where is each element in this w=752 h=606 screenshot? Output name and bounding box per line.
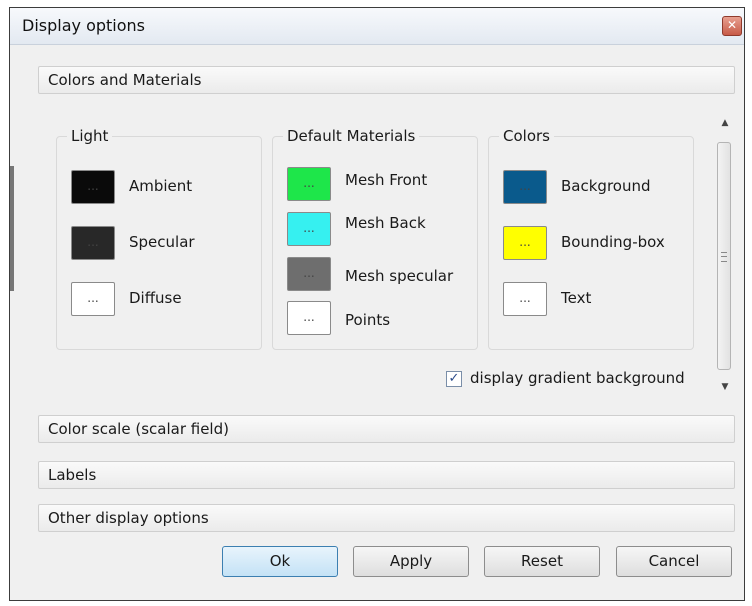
close-button[interactable]: ✕ bbox=[722, 16, 742, 36]
section-labels[interactable]: Labels bbox=[38, 461, 735, 489]
text-label: Text bbox=[561, 289, 592, 307]
specular-label: Specular bbox=[129, 233, 195, 251]
points-label: Points bbox=[345, 311, 391, 329]
apply-button[interactable]: Apply bbox=[353, 546, 469, 577]
bounding-box-label: Bounding-box bbox=[561, 233, 665, 251]
ambient-color-button[interactable]: ... bbox=[71, 170, 115, 204]
gradient-background-label: display gradient background bbox=[470, 369, 685, 387]
ok-button[interactable]: Ok bbox=[222, 546, 338, 577]
gradient-background-checkbox[interactable]: ✓ bbox=[446, 371, 462, 387]
grip-icon bbox=[721, 252, 727, 262]
window-title: Display options bbox=[22, 16, 145, 35]
vertical-scrollbar[interactable]: ▲ ▼ bbox=[715, 112, 735, 399]
text-color-button[interactable]: ... bbox=[503, 282, 547, 316]
light-group-title: Light bbox=[67, 127, 113, 145]
side-marker bbox=[10, 166, 14, 291]
section-other-display-options[interactable]: Other display options bbox=[38, 504, 735, 532]
mesh-front-label: Mesh Front bbox=[345, 171, 428, 189]
colors-materials-panel: Light ... Ambient ... Specular ... Diffu… bbox=[38, 112, 713, 399]
display-options-dialog: Display options ✕ Colors and Materials L… bbox=[9, 7, 745, 601]
title-bar: Display options ✕ bbox=[10, 8, 744, 45]
mesh-back-color-button[interactable]: ... bbox=[287, 212, 331, 246]
default-materials-title: Default Materials bbox=[283, 127, 420, 145]
diffuse-color-button[interactable]: ... bbox=[71, 282, 115, 316]
ambient-label: Ambient bbox=[129, 177, 193, 195]
diffuse-label: Diffuse bbox=[129, 289, 182, 307]
mesh-specular-color-button[interactable]: ... bbox=[287, 257, 331, 291]
section-colors-and-materials[interactable]: Colors and Materials bbox=[38, 66, 735, 94]
scroll-thumb[interactable] bbox=[717, 142, 731, 370]
colors-group: Colors ... Background ... Bounding-box .… bbox=[488, 127, 694, 350]
reset-button[interactable]: Reset bbox=[484, 546, 600, 577]
scroll-down-arrow-icon[interactable]: ▼ bbox=[715, 378, 735, 396]
mesh-specular-label: Mesh specular bbox=[345, 267, 454, 285]
mesh-front-color-button[interactable]: ... bbox=[287, 167, 331, 201]
section-color-scale[interactable]: Color scale (scalar field) bbox=[38, 415, 735, 443]
colors-group-title: Colors bbox=[499, 127, 554, 145]
cancel-button[interactable]: Cancel bbox=[616, 546, 732, 577]
background-label: Background bbox=[561, 177, 651, 195]
mesh-back-label: Mesh Back bbox=[345, 214, 426, 232]
background-color-button[interactable]: ... bbox=[503, 170, 547, 204]
close-icon: ✕ bbox=[726, 18, 738, 32]
points-color-button[interactable]: ... bbox=[287, 301, 331, 335]
specular-color-button[interactable]: ... bbox=[71, 226, 115, 260]
light-group: Light ... Ambient ... Specular ... Diffu… bbox=[56, 127, 262, 350]
scroll-up-arrow-icon[interactable]: ▲ bbox=[715, 114, 735, 132]
checkmark-icon: ✓ bbox=[448, 371, 460, 386]
bounding-box-color-button[interactable]: ... bbox=[503, 226, 547, 260]
default-materials-group: Default Materials ... Mesh Front ... Mes… bbox=[272, 127, 478, 350]
